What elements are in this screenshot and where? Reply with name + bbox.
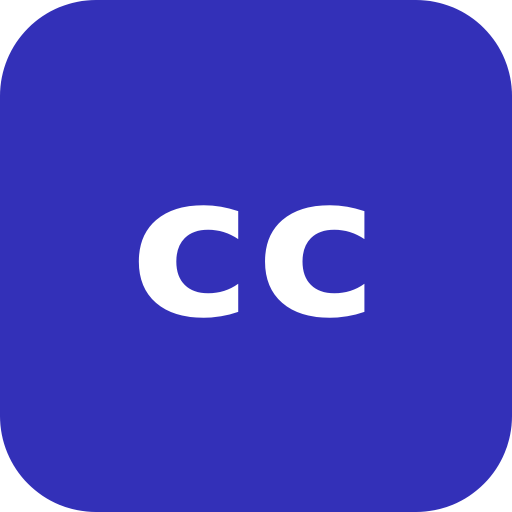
app-icon-label: cc [129,134,383,362]
app-icon[interactable]: cc [0,0,512,512]
